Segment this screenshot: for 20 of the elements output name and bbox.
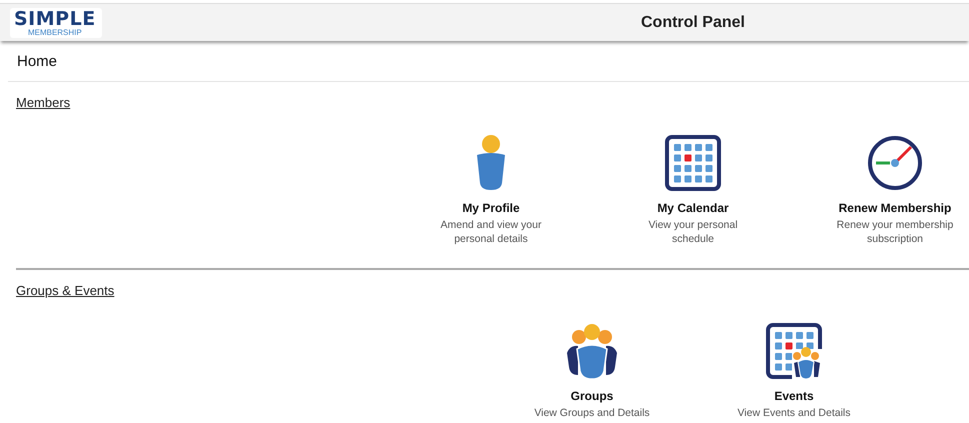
section-link[interactable]: Groups & Events xyxy=(16,283,114,298)
logo-subtext: MEMBERSHIP xyxy=(28,28,82,36)
logo-text: SIMPLE xyxy=(14,10,96,28)
tile-description: View Groups and Details xyxy=(533,406,651,420)
event-icon[interactable] xyxy=(766,323,822,379)
group-icon[interactable] xyxy=(564,323,620,379)
tile-title[interactable]: My Calendar xyxy=(657,201,729,215)
tile-description: Renew your membership subscription xyxy=(836,218,954,246)
tile-title[interactable]: My Profile xyxy=(462,201,520,215)
breadcrumb[interactable]: Home xyxy=(17,52,58,70)
tile-title[interactable]: Renew Membership xyxy=(838,201,952,215)
calendar-icon[interactable] xyxy=(665,135,721,191)
section-link[interactable]: Members xyxy=(16,95,70,110)
tile-description: View your personal schedule xyxy=(647,218,739,246)
tile-title[interactable]: Groups xyxy=(570,389,614,403)
tile-title[interactable]: Events xyxy=(774,389,814,403)
tile-description: Amend and view your personal details xyxy=(440,218,542,246)
page-title: Control Panel xyxy=(640,14,746,32)
clock-icon[interactable] xyxy=(867,135,923,191)
tile-description: View Events and Details xyxy=(736,406,852,420)
